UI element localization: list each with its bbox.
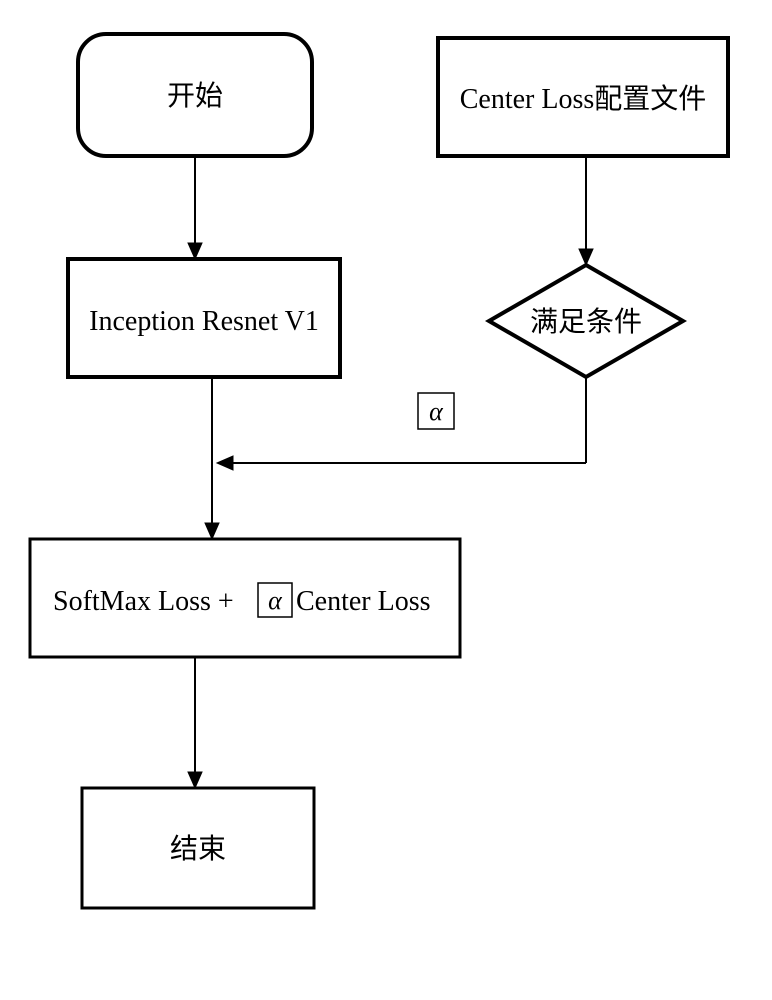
start-label: 开始 [167,80,223,112]
alpha-label: α [429,397,444,426]
end-label: 结束 [170,833,226,865]
arrow-head-condition-merge [217,456,233,470]
arrow-head-start-inception [188,243,202,259]
loss-suffix: Center Loss [296,586,431,617]
inception-label: Inception Resnet V1 [89,306,319,337]
flowchart-diagram: 开始 Inception Resnet V1 Center Loss配置文件 满… [0,0,772,1000]
arrow-head-loss-end [188,772,202,788]
loss-prefix: SoftMax Loss + [53,586,234,617]
config-label: Center Loss配置文件 [460,83,707,115]
arrow-head-inception-down [205,523,219,539]
arrow-head-config-condition [579,249,593,265]
loss-alpha: α [268,586,283,615]
condition-label: 满足条件 [530,306,642,338]
